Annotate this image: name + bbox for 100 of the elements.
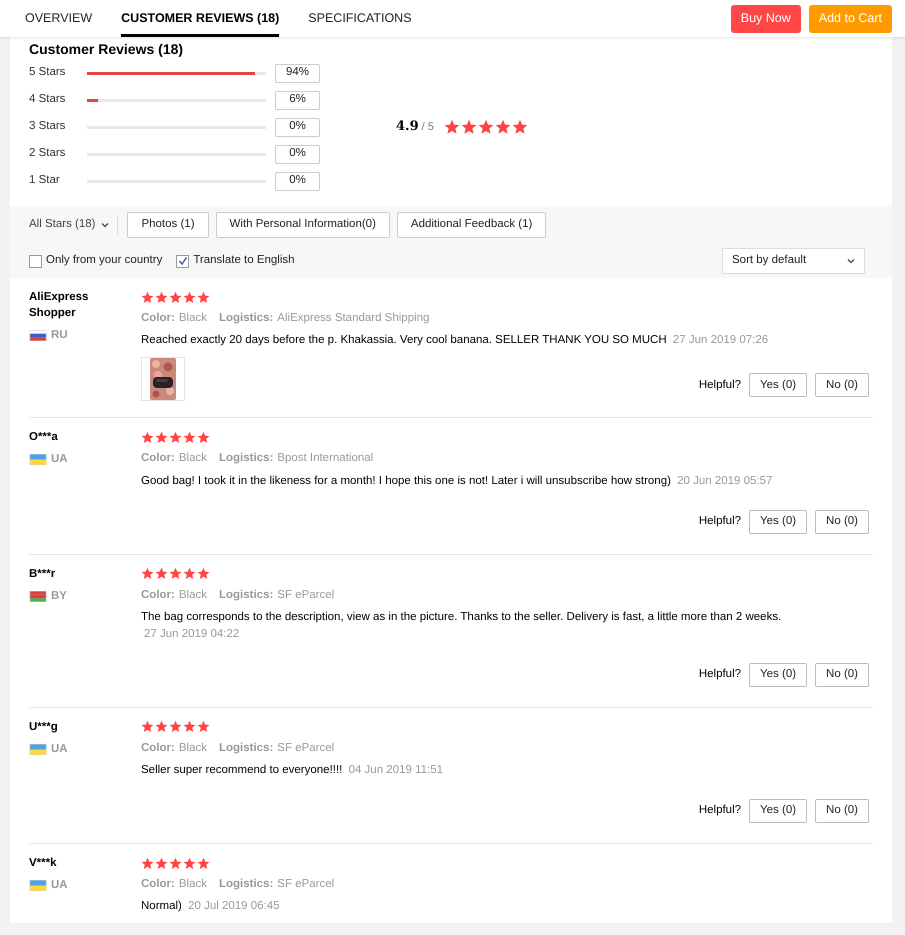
star-icon (183, 430, 196, 444)
star-icon (494, 119, 511, 135)
average-rating: 4.9 (396, 118, 419, 136)
helpful-yes-button[interactable]: Yes (0) (749, 662, 808, 687)
star-icon (169, 856, 182, 870)
percent-badge: 0% (275, 144, 320, 164)
star-icon (155, 430, 168, 444)
attribute-label: Logistics: (218, 877, 274, 892)
attribute-label: Color: (141, 588, 175, 602)
attribute-label: Logistics: (218, 451, 274, 466)
star-icon (155, 290, 168, 304)
star-icon (197, 720, 210, 734)
reviewer-name: AliExpress Shopper (29, 290, 90, 321)
reviewer-name: U***g (29, 720, 59, 735)
tab[interactable]: OVERVIEW (25, 0, 92, 37)
percent-badge: 94% (275, 64, 320, 82)
country-code: BY (51, 588, 67, 604)
star-icon (183, 856, 196, 870)
helpful-no-button[interactable]: No (0) (815, 662, 869, 687)
attribute-value: Bpost International (277, 451, 374, 466)
reviewer-name: O***a (29, 430, 59, 446)
star-icon (141, 856, 154, 870)
filter-button[interactable]: With Personal Information(0) (216, 212, 390, 238)
helpful-label: Helpful? (698, 514, 742, 529)
country-code: UA (51, 878, 68, 893)
review-date: 27 Jun 2019 07:26 (672, 334, 768, 346)
attribute-value: Black (178, 740, 207, 756)
attribute-label: Logistics: (218, 311, 274, 326)
section-title: Customer Reviews (18) (29, 40, 184, 59)
review-text: Good bag! I took it in the likeness for a month! I hope this one is not! Later i will unsubscribe how strong) (141, 474, 671, 486)
star-icon (197, 290, 210, 304)
star-level-label: 3 Stars (29, 119, 66, 134)
flag-icon (29, 590, 47, 602)
attribute-value: Black (178, 588, 207, 602)
chevron-down-icon (847, 258, 855, 264)
star-icon (141, 567, 154, 580)
star-level-label: 4 Stars (29, 92, 66, 108)
checkbox-label: Translate to English (193, 253, 295, 268)
review-text: Normal) (141, 900, 182, 912)
chevron-down-icon (101, 222, 110, 228)
attribute-value: SF eParcel (277, 740, 334, 756)
star-icon (478, 119, 494, 135)
attribute-label: Logistics: (218, 588, 274, 602)
star-icon (155, 720, 168, 734)
star-filter-dropdown[interactable]: All Stars (18) (29, 215, 118, 235)
star-icon (197, 856, 210, 870)
country-code: UA (51, 452, 68, 468)
helpful-yes-button[interactable]: Yes (0) (749, 510, 808, 534)
flag-icon (29, 880, 47, 892)
attribute-value: SF eParcel (277, 877, 334, 892)
percent-badge: 0% (275, 118, 320, 136)
star-icon (141, 430, 154, 444)
review-text: Reached exactly 20 days before the p. Khakassia. Very cool banana. SELLER THANK YOU SO MUCH (141, 334, 667, 346)
star-icon (183, 290, 196, 304)
review-text: Seller super recommend to everyone!!!! (141, 764, 342, 776)
star-icon (155, 856, 168, 870)
helpful-no-button[interactable]: No (0) (815, 373, 869, 398)
attribute-value: SF eParcel (277, 588, 334, 602)
helpful-label: Helpful? (698, 803, 742, 818)
review-date: 27 Jun 2019 04:22 (144, 628, 240, 640)
helpful-no-button[interactable]: No (0) (815, 510, 869, 534)
flag-icon (29, 744, 47, 755)
review-text: The bag corresponds to the description, view as in the picture. Thanks to the seller. Delivery is fast, a little more than 2 weeks. (141, 610, 782, 623)
attribute-value: AliExpress Standard Shipping (277, 311, 430, 326)
rating-scale: / 5 (422, 120, 434, 135)
star-icon (169, 290, 182, 304)
star-icon (460, 119, 477, 135)
helpful-no-button[interactable]: No (0) (815, 799, 869, 823)
flag-icon (29, 454, 47, 466)
filter-button[interactable]: Additional Feedback (1) (396, 212, 546, 238)
photo-thumbnail[interactable] (141, 357, 185, 402)
country-code: UA (51, 742, 68, 757)
tab[interactable]: SPECIFICATIONS (308, 0, 412, 37)
helpful-yes-button[interactable]: Yes (0) (749, 799, 808, 823)
attribute-value: Black (178, 311, 207, 326)
reviewer-name: V***k (29, 856, 58, 871)
attribute-label: Logistics: (218, 740, 274, 756)
star-icon (183, 567, 196, 580)
star-level-label: 2 Stars (29, 146, 66, 162)
star-icon (183, 720, 196, 734)
star-level-label: 5 Stars (29, 65, 66, 80)
attribute-value: Black (178, 451, 207, 466)
helpful-label: Helpful? (698, 667, 742, 682)
star-level-label: 1 Star (29, 173, 61, 188)
country-code: RU (51, 328, 68, 343)
star-icon (444, 119, 460, 135)
filter-button[interactable]: Photos (1) (127, 212, 209, 238)
sort-dropdown[interactable]: Sort by default (722, 248, 865, 274)
checkbox[interactable] (29, 254, 42, 268)
checkbox[interactable] (176, 254, 190, 268)
helpful-yes-button[interactable]: Yes (0) (749, 373, 808, 398)
star-icon (155, 567, 168, 580)
flag-icon (29, 330, 47, 342)
checkbox-label: Only from your country (46, 253, 162, 268)
review-date: 20 Jul 2019 06:45 (188, 900, 280, 912)
percent-badge: 0% (275, 172, 320, 190)
star-icon (197, 430, 210, 444)
review-date: 04 Jun 2019 11:51 (348, 764, 443, 776)
star-icon (169, 720, 182, 734)
helpful-label: Helpful? (698, 378, 742, 393)
